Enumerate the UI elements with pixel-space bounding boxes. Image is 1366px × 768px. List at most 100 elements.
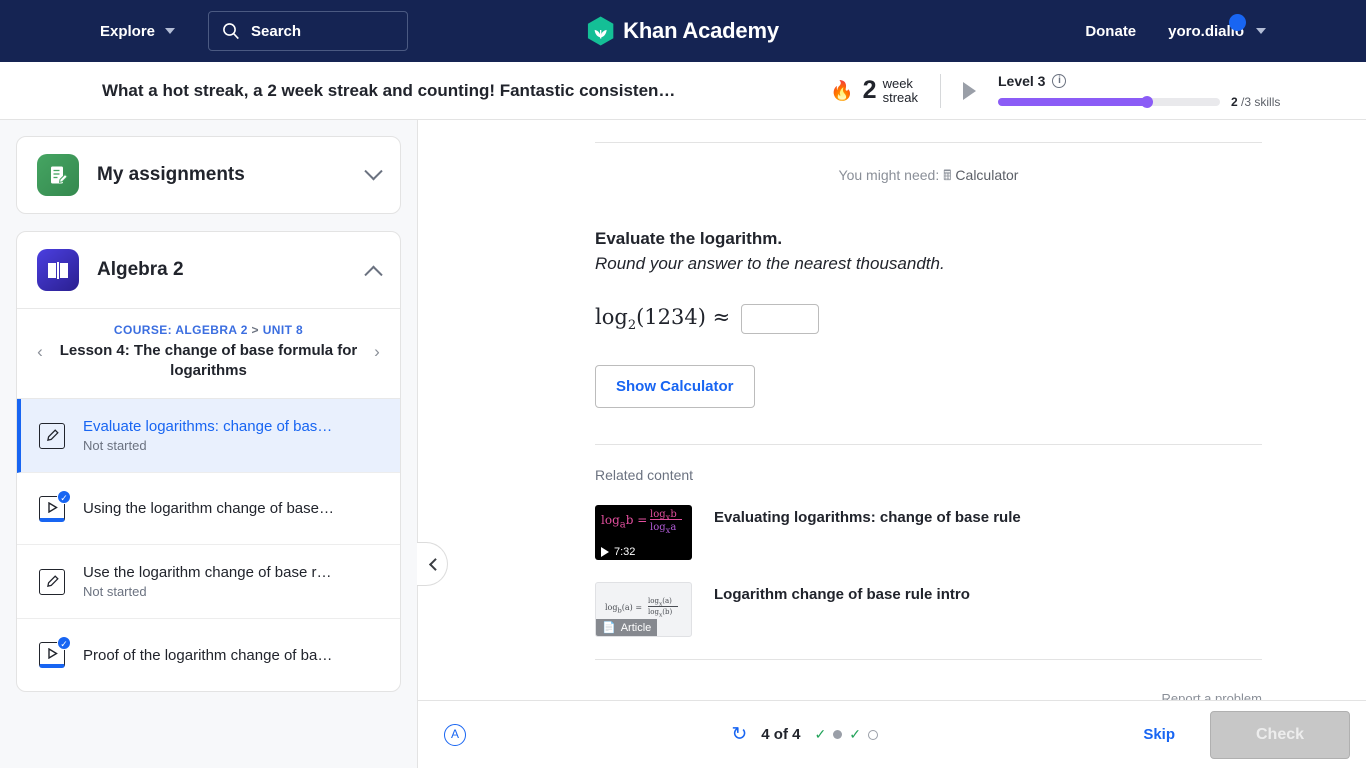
math-expression: log2(1234) ≈ <box>595 305 730 333</box>
brand-name: Khan Academy <box>623 18 779 43</box>
skills-done: 2 <box>1230 94 1238 109</box>
refresh-icon[interactable]: ↻ <box>731 723 747 746</box>
divider <box>939 73 941 108</box>
lesson-list-item[interactable]: Evaluate logarithms: change of bas… Not s… <box>17 399 400 473</box>
calculator-link[interactable]: Calculator <box>955 167 1018 183</box>
lesson-text: Proof of the logarithm change of ba… <box>83 647 380 664</box>
divider <box>595 659 1262 660</box>
progress-dot-correct: ✓ <box>849 726 861 742</box>
user-menu-button[interactable]: yoro.diallo <box>1168 13 1266 40</box>
progress-group: ↻ 4 of 4 ✓ ✓ <box>466 723 1143 746</box>
related-title: Logarithm change of base rule intro <box>714 586 970 603</box>
chevron-down-icon <box>364 161 383 180</box>
chevron-down-icon <box>1256 28 1266 34</box>
approx-sign: ≈ <box>712 304 731 329</box>
lesson-title: Proof of the logarithm change of ba… <box>83 646 333 664</box>
chevron-up-icon <box>364 265 383 284</box>
explore-menu-button[interactable]: Explore <box>100 22 176 40</box>
log-argument: (1234) <box>636 304 706 329</box>
streak-status-bar: What a hot streak, a 2 week streak and c… <box>0 62 1366 120</box>
related-content-list: logab = logxb logxa 7:32 Evaluating logarith… <box>595 505 1262 637</box>
donate-link[interactable]: Donate <box>1085 23 1136 40</box>
log-base: 2 <box>627 318 637 334</box>
question-counter: 4 of 4 <box>761 726 801 743</box>
khan-academy-leaf-icon <box>587 16 614 46</box>
show-calculator-button[interactable]: Show Calculator <box>595 365 755 408</box>
breadcrumb-unit[interactable]: UNIT 8 <box>263 323 303 337</box>
exercise-bottom-bar: A ↻ 4 of 4 ✓ ✓ Skip Check <box>418 700 1366 768</box>
algebra2-header[interactable]: Algebra 2 <box>17 232 400 308</box>
question-progress-dots: ✓ ✓ <box>814 726 878 743</box>
question-title: Evaluate the logarithm. <box>595 229 783 248</box>
related-title: Evaluating logarithms: change of base ru… <box>714 509 1021 526</box>
level-progress-fill <box>997 97 1147 106</box>
skills-total: /3 skills <box>1241 94 1281 109</box>
lesson-breadcrumb-nav: ‹ COURSE: ALGEBRA 2 > UNIT 8 Lesson 4: T… <box>17 308 400 398</box>
play-triangle-icon[interactable] <box>962 81 976 100</box>
completed-check-icon: ✓ <box>57 489 71 504</box>
my-assignments-title: My assignments <box>97 164 245 185</box>
exercise-icon <box>39 568 65 595</box>
breadcrumb-separator: > <box>251 323 259 337</box>
lesson-list: Evaluate logarithms: change of bas… Not s… <box>17 398 400 691</box>
my-assignments-header[interactable]: My assignments <box>17 137 400 213</box>
level-title-row: Level 3 i <box>998 73 1280 89</box>
notification-badge-icon[interactable] <box>1229 13 1246 31</box>
flame-icon: 🔥 <box>830 80 854 102</box>
search-input[interactable]: Search <box>208 11 409 51</box>
lesson-title: Use the logarithm change of base r… <box>83 564 332 581</box>
article-icon: 📄 <box>602 622 616 634</box>
book-icon <box>37 249 79 291</box>
nav-right-group: Donate yoro.diallo <box>1085 13 1266 40</box>
exercise-panel: You might need: 🖩 Calculator Evaluate th… <box>418 120 1366 708</box>
log-label: log <box>595 304 628 329</box>
algebra2-course-card: Algebra 2 ‹ COURSE: ALGEBRA 2 > UNIT 8 L… <box>16 231 401 692</box>
video-icon: ✓ <box>39 636 71 668</box>
streak-unit: week streak <box>882 75 918 105</box>
breadcrumb-course[interactable]: COURSE: ALGEBRA 2 <box>114 323 248 337</box>
divider <box>595 444 1262 445</box>
level-progress-knob <box>1140 95 1153 108</box>
previous-lesson-button[interactable]: ‹ <box>27 342 53 362</box>
progress-dot-empty <box>867 729 878 740</box>
lesson-list-item[interactable]: ✓ Using the logarithm change of base… <box>17 473 400 545</box>
streak-unit-line1: week <box>882 75 913 91</box>
lesson-text: Use the logarithm change of base r… Not s… <box>83 564 380 599</box>
question-instruction: Round your answer to the nearest thousan… <box>595 254 945 273</box>
page-body: My assignments Algebra 2 ‹ COURSE: ALGEB… <box>0 120 1366 768</box>
chevron-down-icon <box>165 28 176 34</box>
assignment-icon <box>37 154 79 196</box>
level-label: Level 3 <box>997 72 1046 89</box>
skills-count: 2 /3 skills <box>1231 95 1280 109</box>
lesson-title: Evaluate logarithms: change of bas… <box>83 418 333 435</box>
related-content-item[interactable]: logb(a) = logx(a) logx(b) 📄 Article Logarith… <box>595 582 1262 637</box>
accessibility-icon[interactable]: A <box>444 723 466 746</box>
skip-button[interactable]: Skip <box>1143 726 1175 743</box>
article-label: 📄 Article <box>596 619 658 636</box>
search-placeholder: Search <box>251 22 302 40</box>
breadcrumb: COURSE: ALGEBRA 2 > UNIT 8 Lesson 4: The… <box>53 323 364 381</box>
khan-academy-logo-link[interactable]: Khan Academy <box>587 16 779 46</box>
related-content-item[interactable]: logab = logxb logxa 7:32 Evaluating logarith… <box>595 505 1262 560</box>
streak-unit-line2: streak <box>882 89 918 105</box>
explore-label: Explore <box>100 22 156 40</box>
chevron-left-icon <box>428 557 442 571</box>
algebra2-title: Algebra 2 <box>97 259 184 280</box>
lesson-status: Not started <box>83 584 147 599</box>
answer-input[interactable] <box>741 304 820 334</box>
play-icon <box>601 547 609 557</box>
next-lesson-button[interactable]: › <box>364 342 390 362</box>
course-sidebar: My assignments Algebra 2 ‹ COURSE: ALGEB… <box>0 120 417 768</box>
level-progress-block: Level 3 i 2 /3 skills <box>997 73 1280 109</box>
lesson-text: Evaluate logarithms: change of bas… Not s… <box>83 418 380 453</box>
top-navigation-bar: Explore Search Khan Academy Donate yoro.… <box>0 0 1366 62</box>
lesson-list-item[interactable]: Use the logarithm change of base r… Not s… <box>17 545 400 619</box>
check-button[interactable]: Check <box>1210 710 1350 759</box>
video-duration-label: 7:32 <box>595 544 641 560</box>
lesson-status: Not started <box>83 438 147 453</box>
question-block: Evaluate the logarithm. Round your answe… <box>595 189 1262 408</box>
info-icon[interactable]: i <box>1052 73 1067 88</box>
current-lesson-name: Lesson 4: The change of base formula for… <box>59 342 358 379</box>
lesson-list-item[interactable]: ✓ Proof of the logarithm change of ba… <box>17 619 400 691</box>
progress-dot-current <box>833 730 843 739</box>
